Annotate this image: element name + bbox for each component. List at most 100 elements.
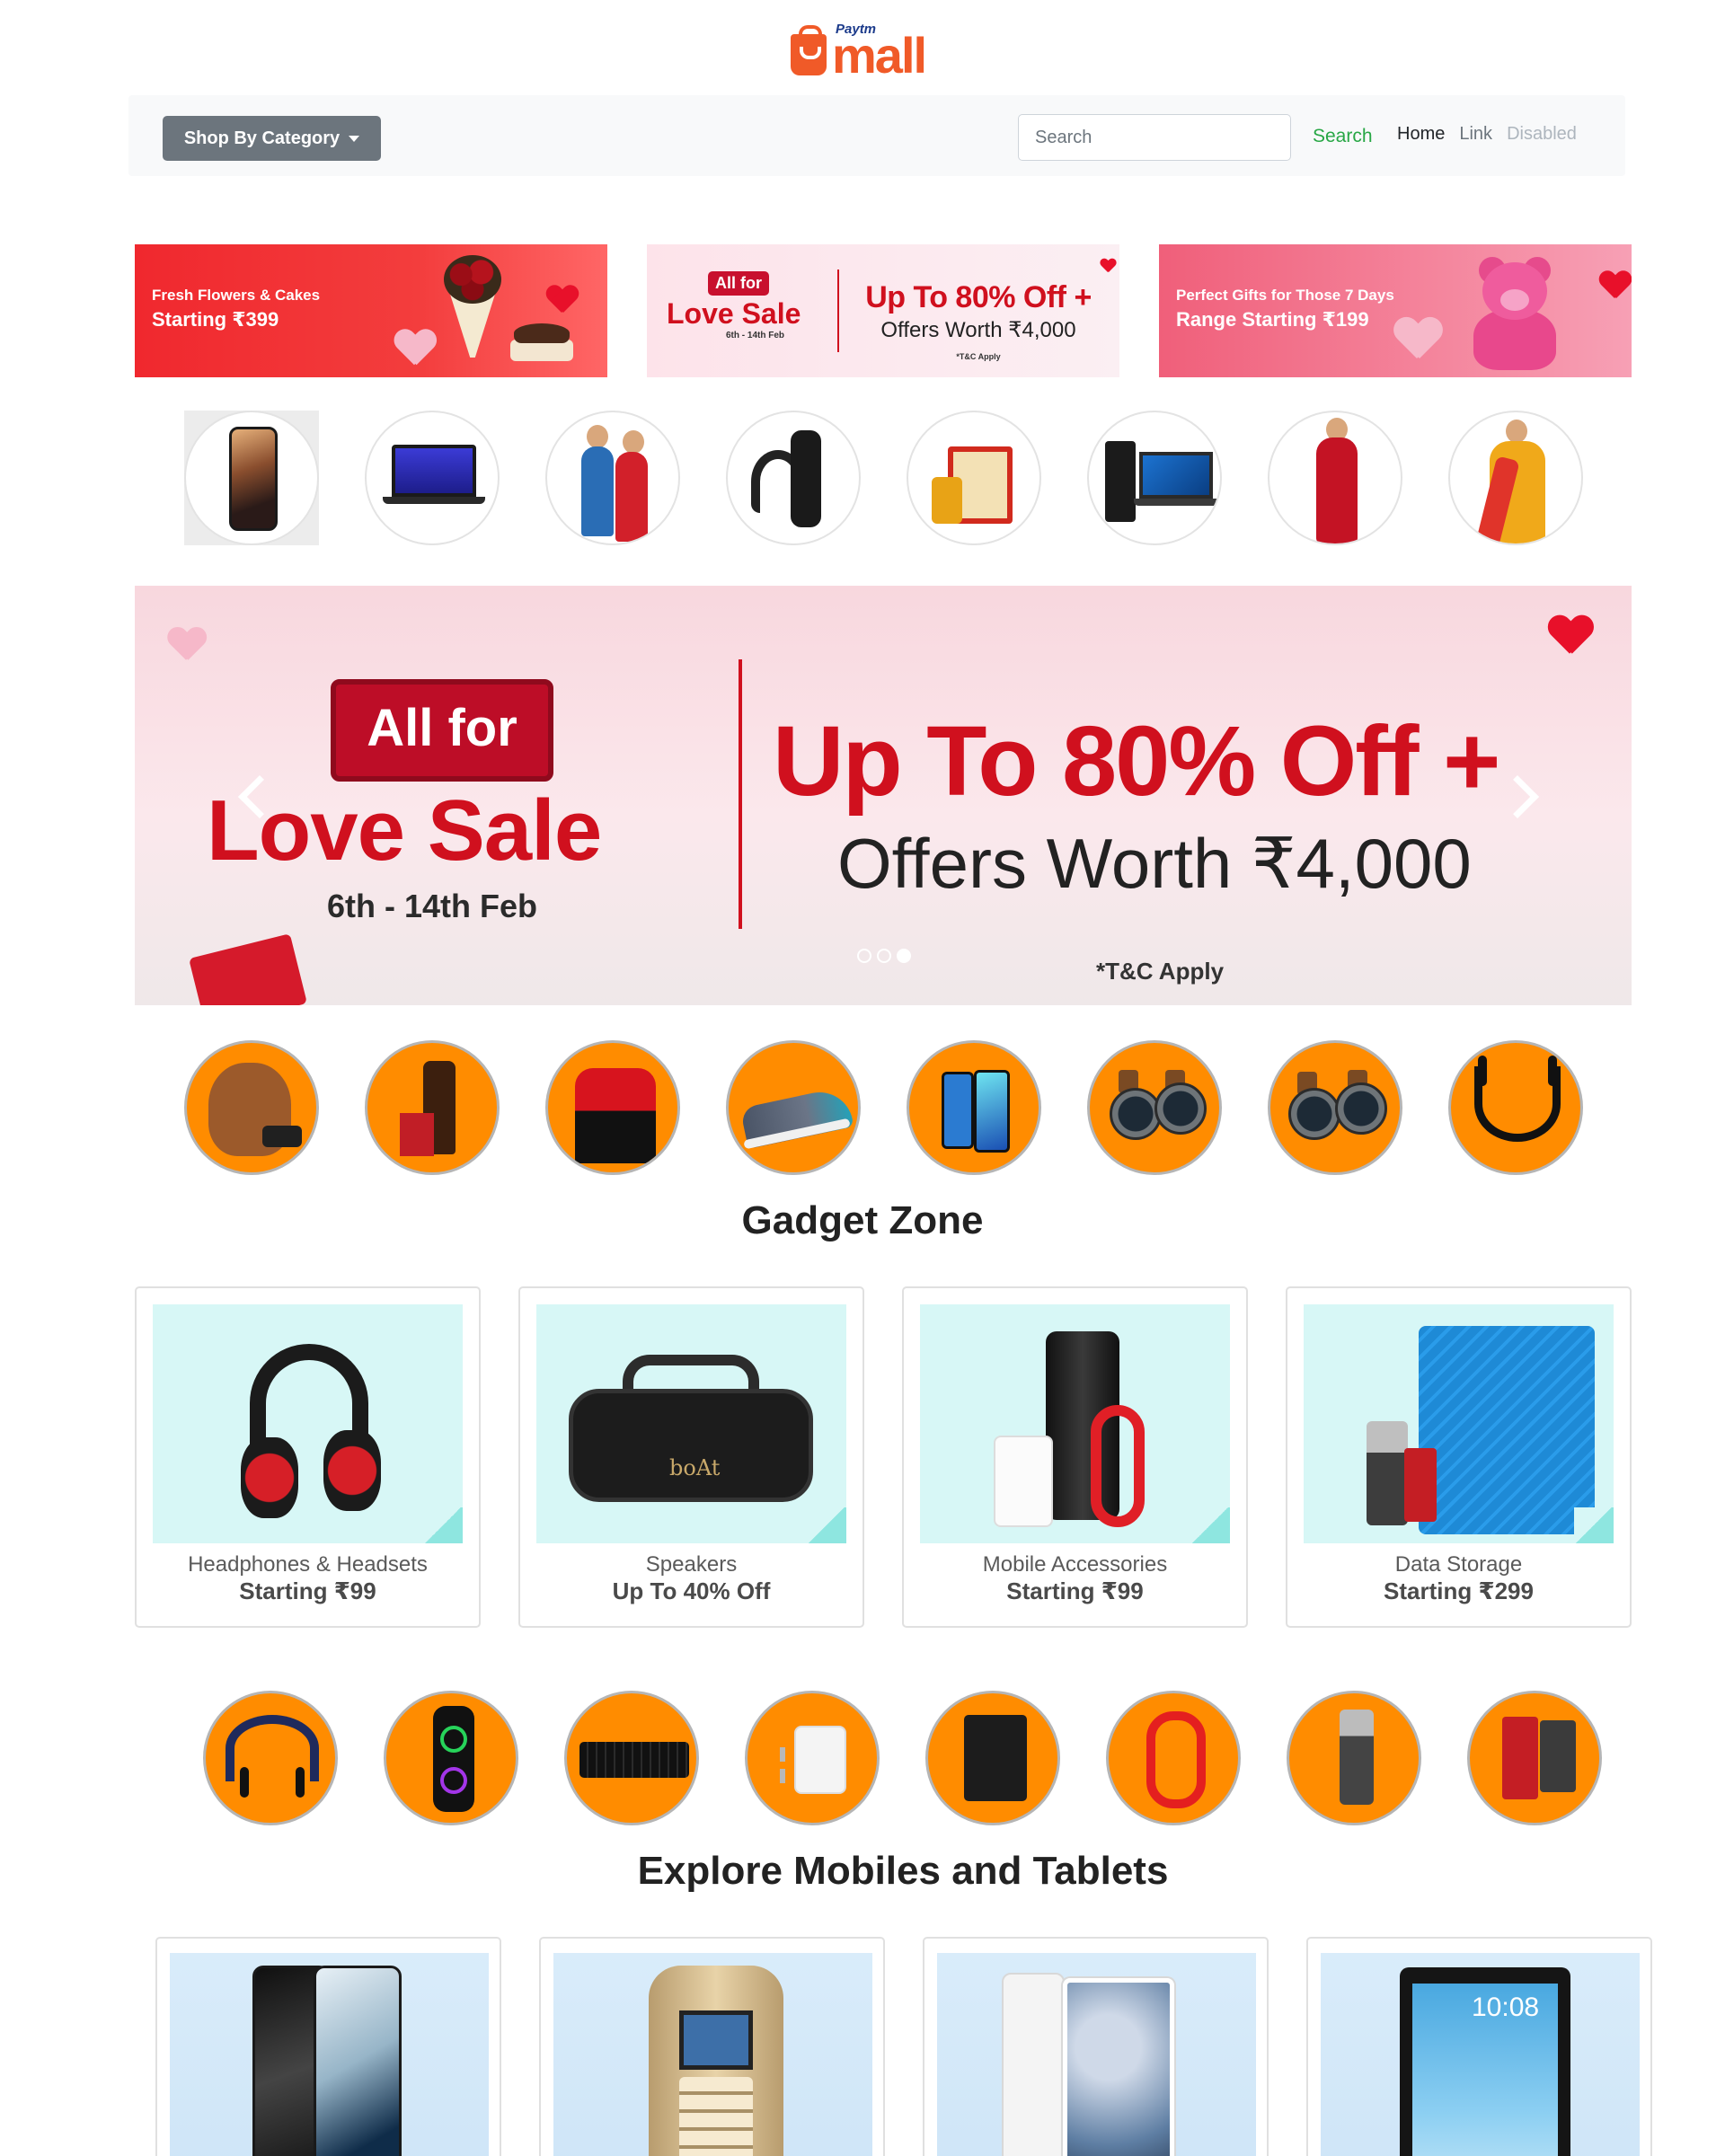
gadget-card-offer: Starting ₹99: [1006, 1577, 1144, 1604]
grocery-icon[interactable]: [907, 411, 1041, 545]
gadget-zone-title: Gadget Zone: [741, 1198, 984, 1242]
neckband-icon[interactable]: [203, 1691, 338, 1825]
gadget-card-offer: Starting ₹299: [1384, 1577, 1534, 1604]
offer-worth: Offers Worth ₹4,000: [880, 318, 1076, 342]
heart-icon: [1599, 271, 1630, 300]
nav-link-home[interactable]: Home: [1397, 124, 1445, 145]
offer-headline: Up To 80% Off +: [865, 280, 1092, 314]
data-storage-image: [1304, 1304, 1614, 1543]
hero-offer-headline: Up To 80% Off +: [773, 706, 1500, 817]
gadget-card-speakers[interactable]: boAt Speakers Up To 40% Off: [518, 1286, 864, 1628]
promo-line1: Perfect Gifts for Those 7 Days: [1176, 287, 1394, 304]
carousel-indicators: [857, 949, 911, 963]
heart-icon: [546, 286, 577, 314]
skincare-icon[interactable]: [365, 1040, 500, 1175]
gadget-card-name: Speakers: [645, 1552, 738, 1577]
carousel-dot[interactable]: [857, 949, 871, 963]
hero-tc-note: *T&C Apply: [1096, 958, 1225, 985]
search-input[interactable]: [1018, 114, 1291, 161]
speaker-image: boAt: [536, 1304, 846, 1543]
tablet-image: [937, 1953, 1256, 2156]
heart-icon: [168, 628, 205, 662]
laptop-icon[interactable]: [365, 411, 500, 545]
promo-banner-gifts[interactable]: Perfect Gifts for Those 7 Days Range Sta…: [1159, 244, 1632, 377]
bouquet-image: [431, 252, 512, 368]
gift-box-image: [189, 933, 307, 1005]
nav-link-disabled: Disabled: [1507, 124, 1577, 144]
nav-links: Home Link Disabled: [1397, 124, 1577, 145]
shopping-bag-icon: [791, 25, 827, 75]
teddy-bear-icon[interactable]: [184, 1040, 319, 1175]
tablet-image: 10:08: [1321, 1953, 1640, 2156]
smartphone-icon[interactable]: [907, 1040, 1041, 1175]
headphones-image: [153, 1304, 463, 1543]
nav-link-link[interactable]: Link: [1459, 124, 1492, 145]
party-speaker-icon[interactable]: [384, 1691, 518, 1825]
all-for-badge: All for: [708, 271, 769, 296]
love-sale-block: All for Love Sale 6th - 14th Feb: [667, 271, 810, 340]
promo-banner-flowers-cakes[interactable]: Fresh Flowers & Cakes Starting ₹399: [135, 244, 607, 377]
teddy-bear-image: [1461, 250, 1569, 376]
sports-shoe-icon[interactable]: [726, 1040, 861, 1175]
love-sale-title: Love Sale: [667, 297, 801, 330]
search-button[interactable]: Search: [1313, 126, 1373, 147]
tc-note: *T&C Apply: [956, 352, 1001, 361]
gadget-card-data-storage[interactable]: Data Storage Starting ₹299: [1286, 1286, 1632, 1628]
mobiles-section-title: Explore Mobiles and Tablets: [637, 1849, 1169, 1893]
sd-card-icon[interactable]: [1467, 1691, 1602, 1825]
love-sale-date: 6th - 14th Feb: [726, 331, 785, 340]
gadget-card-mobile-accessories[interactable]: Mobile Accessories Starting ₹99: [902, 1286, 1248, 1628]
divider: [837, 270, 839, 352]
hero-date: 6th - 14th Feb: [327, 888, 538, 924]
pen-drive-icon[interactable]: [1287, 1691, 1421, 1825]
gadget-card-name: Data Storage: [1394, 1552, 1523, 1577]
mobile-accessories-image: [920, 1304, 1230, 1543]
feature-phone-image: [553, 1953, 872, 2156]
gadget-card-name: Headphones & Headsets: [188, 1552, 428, 1577]
hero-divider: [739, 659, 742, 929]
mens-kurta-icon[interactable]: [1268, 411, 1402, 545]
smartwatch-icon[interactable]: [1268, 1040, 1402, 1175]
hard-disk-icon[interactable]: [925, 1691, 1060, 1825]
mobile-card-feature-phone[interactable]: [539, 1937, 885, 2156]
speaker-headphone-icon[interactable]: [726, 411, 861, 545]
charger-icon[interactable]: [745, 1691, 880, 1825]
gadget-card-headphones[interactable]: Headphones & Headsets Starting ₹99: [135, 1286, 481, 1628]
carousel-next-icon[interactable]: [1495, 774, 1540, 819]
polo-tshirt-icon[interactable]: [545, 1040, 680, 1175]
heart-icon: [394, 330, 434, 367]
offer-block: Up To 80% Off + Offers Worth ₹4,000 *T&C…: [848, 280, 1109, 361]
usb-cable-icon[interactable]: [1106, 1691, 1241, 1825]
mobile-card-smartphone[interactable]: [155, 1937, 501, 2156]
smartphone-image: [170, 1953, 489, 2156]
shop-by-category-label: Shop By Category: [183, 128, 341, 148]
mobile-card-tablet[interactable]: [923, 1937, 1269, 2156]
couple-fashion-icon[interactable]: [545, 411, 680, 545]
smartwatch-icon[interactable]: [1087, 1040, 1222, 1175]
iphone-icon[interactable]: [184, 411, 319, 545]
neckband-icon[interactable]: [1448, 1040, 1583, 1175]
hero-offer-worth: Offers Worth ₹4,000: [837, 824, 1472, 903]
hero-all-for-badge: All for: [331, 679, 553, 782]
paytm-mall-logo[interactable]: Paytm mall: [791, 20, 934, 83]
gadget-card-offer: Up To 40% Off: [612, 1577, 771, 1604]
heart-icon: [1394, 318, 1440, 361]
womens-kurta-icon[interactable]: [1448, 411, 1583, 545]
navbar: Shop By Category Search Home Link Disabl…: [128, 95, 1625, 176]
keyboard-icon[interactable]: [564, 1691, 699, 1825]
promo-banner-love-sale[interactable]: All for Love Sale 6th - 14th Feb Up To 8…: [647, 244, 1119, 377]
cake-image: [510, 323, 573, 365]
hero-carousel[interactable]: All for Love Sale 6th - 14th Feb Up To 8…: [135, 586, 1632, 1005]
heart-icon: [1548, 616, 1591, 657]
promo-text: Fresh Flowers & Cakes Starting ₹399: [152, 287, 320, 331]
carousel-dot[interactable]: [877, 949, 891, 963]
gadget-card-offer: Starting ₹99: [239, 1577, 376, 1604]
logo-brand-main: mall: [832, 27, 927, 84]
promo-line1: Fresh Flowers & Cakes: [152, 287, 321, 304]
promo-line2: Range Starting ₹199: [1176, 308, 1369, 331]
promo-line2: Starting ₹399: [152, 308, 279, 331]
desktop-icon[interactable]: [1087, 411, 1222, 545]
mobile-card-tablet-2[interactable]: 10:08: [1306, 1937, 1652, 2156]
shop-by-category-button[interactable]: Shop By Category: [163, 116, 381, 161]
carousel-dot-active[interactable]: [897, 949, 911, 963]
